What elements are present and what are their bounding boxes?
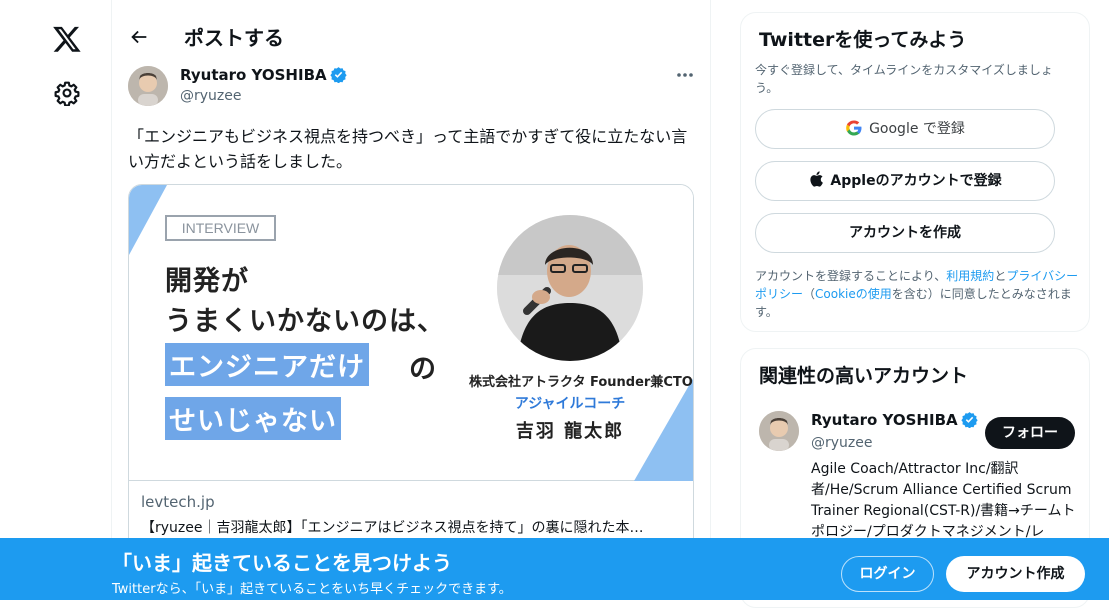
card-title: 【ryuzee｜吉羽龍太郎】「エンジニアはビジネス視点を持て」の裏に隠れた本…: [141, 520, 644, 536]
page-title: ポストする: [184, 26, 284, 50]
banner-title: 「いま」起きていることを見つけよう: [112, 551, 452, 575]
left-nav: [0, 0, 112, 600]
verified-badge-icon: [329, 67, 347, 83]
speaker-photo: [497, 215, 643, 361]
login-button[interactable]: ログイン: [841, 556, 934, 592]
cookie-link[interactable]: Cookieの使用: [815, 287, 892, 301]
post-text: 「エンジニアもビジネス視点を持つべき」って主語でかすぎて役に立たない言い方だよと…: [128, 127, 688, 171]
link-card[interactable]: INTERVIEW 開発が うまくいかないのは、 エンジニアだけ の せいじゃな…: [128, 184, 694, 554]
terms-paren: （: [803, 287, 816, 301]
login-banner: 「いま」起きていることを見つけよう Twitterなら、「いま」起きていることを…: [0, 538, 1109, 600]
google-icon: [846, 120, 862, 136]
x-logo-icon[interactable]: [52, 24, 82, 54]
related-account-handle[interactable]: @ryuzee: [811, 435, 873, 451]
card-company: 株式会社アトラクタ Founder兼CTO: [469, 375, 693, 390]
avatar[interactable]: [128, 66, 168, 106]
signup-box: Twitterを使ってみよう 今すぐ登録して、タイムラインをカスタマイズしましょ…: [740, 12, 1090, 332]
signup-title: Twitterを使ってみよう: [759, 29, 967, 51]
back-arrow-icon[interactable]: [128, 26, 150, 48]
signup-subtitle: 今すぐ登録して、タイムラインをカスタマイズしましょう。: [755, 63, 1053, 95]
card-headline-1: 開発が: [165, 266, 249, 297]
apple-signup-button[interactable]: Appleのアカウントで登録: [755, 161, 1055, 201]
card-headline-2: うまくいかないのは、: [165, 306, 445, 337]
card-person: 吉羽 龍太郎: [515, 421, 625, 442]
terms-and: と: [994, 269, 1007, 283]
related-title: 関連性の高いアカウント: [759, 365, 969, 387]
card-headline-3: エンジニアだけ: [165, 343, 369, 386]
related-account-bio: Agile Coach/Attractor Inc/翻訳者/He/Scrum A…: [811, 461, 1076, 540]
right-sidebar: Twitterを使ってみよう 今すぐ登録して、タイムラインをカスタマイズしましょ…: [740, 0, 1090, 608]
follow-button[interactable]: フォロー: [985, 417, 1075, 449]
gear-icon[interactable]: [54, 80, 80, 106]
avatar[interactable]: [759, 411, 799, 451]
verified-badge-icon: [960, 412, 978, 428]
banner-subtitle: Twitterなら、「いま」起きていることをいち早くチェックできます。: [112, 582, 512, 597]
signup-button[interactable]: アカウント作成: [946, 556, 1085, 592]
terms-link[interactable]: 利用規約: [946, 269, 994, 283]
author-name[interactable]: Ryutaro YOSHIBA: [180, 66, 347, 84]
terms-text: アカウントを登録することにより、利用規約とプライバシーポリシー（Cookieの使…: [755, 267, 1085, 321]
main-column: ポストする Ryutaro YOSHIBA @ryuzee 「エンジニアもビジネ…: [112, 0, 711, 600]
google-signup-button[interactable]: Google で登録: [755, 109, 1055, 149]
terms-prefix: アカウントを登録することにより、: [755, 269, 947, 283]
card-headline-4: せいじゃない: [165, 397, 341, 440]
post-header: ポストする: [112, 0, 711, 70]
card-role: アジャイルコーチ: [514, 396, 626, 412]
author-handle[interactable]: @ryuzee: [180, 88, 242, 104]
card-headline-3-suffix: の: [409, 354, 437, 385]
card-image: INTERVIEW 開発が うまくいかないのは、 エンジニアだけ の せいじゃな…: [129, 185, 693, 481]
card-domain: levtech.jp: [141, 493, 215, 511]
interview-badge: INTERVIEW: [165, 215, 276, 241]
related-account-name[interactable]: Ryutaro YOSHIBA: [811, 411, 978, 429]
create-account-button[interactable]: アカウントを作成: [755, 213, 1055, 253]
more-icon[interactable]: [670, 66, 700, 84]
apple-icon: [810, 171, 824, 187]
